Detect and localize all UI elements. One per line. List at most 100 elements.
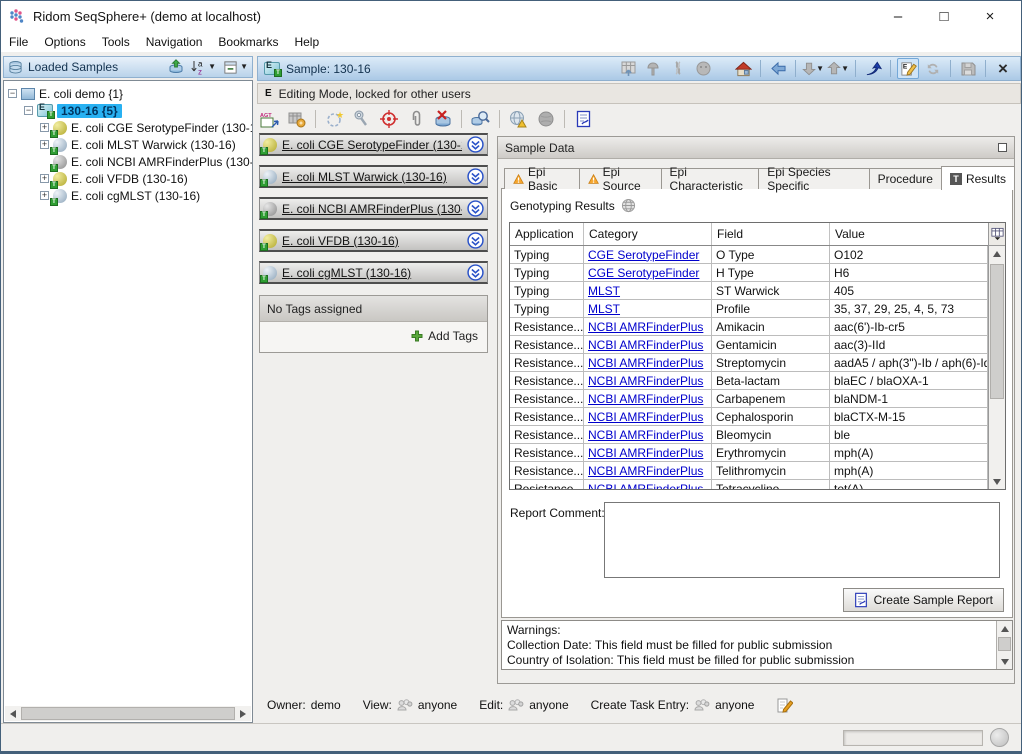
category-link[interactable]: NCBI AMRFinderPlus xyxy=(588,374,703,388)
category-link[interactable]: NCBI AMRFinderPlus xyxy=(588,338,703,352)
home-button[interactable] xyxy=(732,58,754,79)
expand-section-button[interactable] xyxy=(467,168,484,185)
section-link[interactable]: E. coli cgMLST (130-16) xyxy=(282,266,462,280)
create-report-toolbar-button[interactable] xyxy=(573,109,594,130)
report-comment-input[interactable] xyxy=(604,502,1000,578)
category-link[interactable]: NCBI AMRFinderPlus xyxy=(588,356,703,370)
category-link[interactable]: MLST xyxy=(588,284,620,298)
table-row-partial[interactable]: Resistance...NCBI AMRFinderPlusTetracycl… xyxy=(510,480,988,489)
task-settings-button[interactable] xyxy=(286,109,307,130)
collapse-expander[interactable]: − xyxy=(24,106,33,115)
tree-item-task[interactable]: + T E. coli cgMLST (130-16) xyxy=(4,187,252,204)
menu-file[interactable]: File xyxy=(1,33,36,51)
collapse-all-button[interactable]: ▼ xyxy=(223,60,248,75)
scroll-right-button[interactable] xyxy=(235,706,251,721)
reprocess-button[interactable]: ★ xyxy=(324,109,345,130)
menu-help[interactable]: Help xyxy=(286,33,327,51)
table-row[interactable]: TypingCGE SerotypeFinderH TypeH6 xyxy=(510,264,988,282)
tree-horizontal-scrollbar[interactable] xyxy=(5,706,251,721)
maximize-panel-button[interactable] xyxy=(998,143,1007,152)
expand-expander[interactable]: + xyxy=(40,174,49,183)
category-link[interactable]: MLST xyxy=(588,302,620,316)
expand-section-button[interactable] xyxy=(467,264,484,281)
comparison-button[interactable] xyxy=(667,58,689,79)
tree-view-button[interactable] xyxy=(642,58,664,79)
expand-expander[interactable]: + xyxy=(40,140,49,149)
tab-epi-basic[interactable]: Epi Basic xyxy=(504,168,580,189)
tab-epi-source[interactable]: Epi Source xyxy=(579,168,662,189)
column-chooser-button[interactable] xyxy=(988,223,1005,246)
next-sample-button[interactable]: ▼ xyxy=(802,58,824,79)
category-link[interactable]: NCBI AMRFinderPlus xyxy=(588,320,703,334)
table-row[interactable]: Resistance...NCBI AMRFinderPlusErythromy… xyxy=(510,444,988,462)
status-sphere-button[interactable] xyxy=(692,58,714,79)
scrollbar-thumb[interactable] xyxy=(21,707,235,720)
tab-procedure[interactable]: Procedure xyxy=(869,168,942,189)
close-panel-button[interactable]: × xyxy=(992,58,1014,79)
tree-item-task[interactable]: + T E. coli CGE SerotypeFinder (130-16) xyxy=(4,119,252,136)
save-button[interactable] xyxy=(957,58,979,79)
table-row[interactable]: Resistance...NCBI AMRFinderPlusTelithrom… xyxy=(510,462,988,480)
scroll-down-button[interactable] xyxy=(989,474,1005,489)
scroll-up-button[interactable] xyxy=(989,246,1005,261)
minimize-button[interactable]: – xyxy=(875,2,921,30)
section-link[interactable]: E. coli VFDB (130-16) xyxy=(282,234,462,248)
section-link[interactable]: E. coli CGE SerotypeFinder (130-16) xyxy=(282,138,462,152)
add-tags-button[interactable]: Add Tags xyxy=(411,329,478,343)
scroll-down-button[interactable] xyxy=(997,654,1012,669)
section-link[interactable]: E. coli MLST Warwick (130-16) xyxy=(282,170,462,184)
expand-expander[interactable]: + xyxy=(40,191,49,200)
previous-sample-button[interactable]: ▼ xyxy=(827,58,849,79)
table-row[interactable]: Resistance...NCBI AMRFinderPlusStreptomy… xyxy=(510,354,988,372)
table-row[interactable]: TypingMLSTProfile35, 37, 29, 25, 4, 5, 7… xyxy=(510,300,988,318)
tree-item-task[interactable]: T E. coli NCBI AMRFinderPlus (130-16) xyxy=(4,153,252,170)
close-button[interactable]: × xyxy=(967,2,1013,30)
collapse-expander[interactable]: − xyxy=(8,89,17,98)
annotate-button[interactable] xyxy=(351,109,372,130)
warnings-scrollbar[interactable] xyxy=(996,621,1012,669)
category-link[interactable]: CGE SerotypeFinder xyxy=(588,248,699,262)
category-link[interactable]: NCBI AMRFinderPlus xyxy=(588,410,703,424)
menu-options[interactable]: Options xyxy=(36,33,93,51)
scrollbar-thumb[interactable] xyxy=(990,264,1004,399)
tab-epi-species-specific[interactable]: Epi Species Specific xyxy=(758,168,869,189)
menu-navigation[interactable]: Navigation xyxy=(138,33,211,51)
column-header-field[interactable]: Field xyxy=(712,223,830,245)
disabled-sphere-button[interactable] xyxy=(535,109,556,130)
table-row[interactable]: TypingMLSTST Warwick405 xyxy=(510,282,988,300)
search-database-button[interactable] xyxy=(470,109,491,130)
delete-sample-button[interactable] xyxy=(432,109,453,130)
refresh-button[interactable] xyxy=(922,58,944,79)
tree-item-task[interactable]: + T E. coli MLST Warwick (130-16) xyxy=(4,136,252,153)
menu-bookmarks[interactable]: Bookmarks xyxy=(210,33,286,51)
menu-tools[interactable]: Tools xyxy=(94,33,138,51)
target-genes-button[interactable] xyxy=(378,109,399,130)
expand-expander[interactable]: + xyxy=(40,123,49,132)
category-link[interactable]: CGE SerotypeFinder xyxy=(588,266,699,280)
table-row[interactable]: Resistance...NCBI AMRFinderPlusBeta-lact… xyxy=(510,372,988,390)
section-link[interactable]: E. coli NCBI AMRFinderPlus (130-16) xyxy=(282,202,462,216)
table-row[interactable]: Resistance...NCBI AMRFinderPlusCarbapene… xyxy=(510,390,988,408)
back-button[interactable] xyxy=(767,58,789,79)
create-sample-report-button[interactable]: Create Sample Report xyxy=(843,588,1004,612)
expand-section-button[interactable] xyxy=(467,200,484,217)
expand-section-button[interactable] xyxy=(467,232,484,249)
show-in-table-button[interactable] xyxy=(617,58,639,79)
table-row[interactable]: Resistance...NCBI AMRFinderPlusAmikacina… xyxy=(510,318,988,336)
public-search-button[interactable] xyxy=(508,109,529,130)
category-link[interactable]: NCBI AMRFinderPlus xyxy=(588,482,703,490)
scroll-left-button[interactable] xyxy=(5,706,21,721)
attachment-button[interactable] xyxy=(405,109,426,130)
column-header-category[interactable]: Category xyxy=(584,223,712,245)
sort-button[interactable]: az ▼ xyxy=(191,59,216,75)
column-header-value[interactable]: Value xyxy=(830,223,988,245)
table-row[interactable]: Resistance...NCBI AMRFinderPlusBleomycin… xyxy=(510,426,988,444)
column-header-application[interactable]: Application xyxy=(510,223,584,245)
edit-mode-button[interactable]: E xyxy=(897,58,919,79)
edit-permissions-icon[interactable] xyxy=(776,697,793,714)
category-link[interactable]: NCBI AMRFinderPlus xyxy=(588,464,703,478)
tree-item-sample[interactable]: − ET 130-16 {5} xyxy=(4,102,252,119)
scroll-up-button[interactable] xyxy=(997,621,1012,636)
category-link[interactable]: NCBI AMRFinderPlus xyxy=(588,392,703,406)
tab-results[interactable]: T Results xyxy=(941,166,1015,190)
